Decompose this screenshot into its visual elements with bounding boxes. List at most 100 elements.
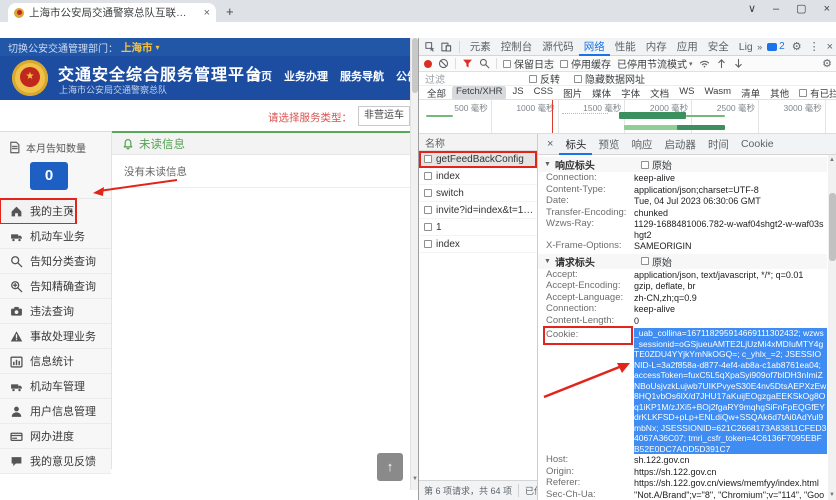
network-settings-icon[interactable]: ⚙ xyxy=(822,57,832,70)
devtools-tab[interactable]: 内存 xyxy=(641,38,672,56)
inspect-element-icon[interactable] xyxy=(425,41,435,53)
detail-close-icon[interactable]: × xyxy=(542,138,558,150)
scroll-up-arrow-icon[interactable]: ▲ xyxy=(829,157,835,163)
new-tab-button[interactable]: + xyxy=(226,4,234,19)
request-row[interactable]: index xyxy=(419,168,537,185)
devtools-tab[interactable]: 应用 xyxy=(672,38,703,56)
request-row[interactable]: 1 xyxy=(419,219,537,236)
devtools-tab[interactable]: 源代码 xyxy=(537,38,579,56)
device-toolbar-icon[interactable] xyxy=(441,41,451,53)
request-row[interactable]: switch xyxy=(419,185,537,202)
sidebar-item-label: 我的意见反馈 xyxy=(30,453,96,469)
request-headers-section[interactable]: ▼ 请求标头 原始 xyxy=(538,254,827,269)
devtools-tab[interactable]: 网络 xyxy=(579,38,610,56)
service-type-select[interactable]: 非营运车 xyxy=(358,106,410,126)
maximize-button[interactable]: ▢ xyxy=(796,2,806,15)
devtools-tab[interactable]: Lighthouse xyxy=(734,38,752,56)
tab-search-icon[interactable]: ∨ xyxy=(748,2,756,15)
request-checkbox[interactable] xyxy=(424,172,432,180)
page-vertical-scrollbar[interactable]: ▼ xyxy=(410,38,418,490)
sidebar-item[interactable]: 事故处理业务 xyxy=(0,324,111,349)
export-har-icon[interactable] xyxy=(733,58,744,69)
sidebar-item[interactable]: 告知分类查询 xyxy=(0,249,111,274)
more-tabs-icon[interactable]: » xyxy=(754,42,765,52)
request-checkbox[interactable] xyxy=(424,155,432,163)
filter-chip[interactable]: 文档 xyxy=(646,86,673,100)
invert-checkbox[interactable]: 反转 xyxy=(529,71,560,86)
sidebar-item[interactable]: 机动车管理 xyxy=(0,374,111,399)
request-checkbox[interactable] xyxy=(424,223,432,231)
detail-tab[interactable]: 响应 xyxy=(625,134,658,155)
detail-tab[interactable]: 启动器 xyxy=(658,134,702,155)
blocked-cookies-checkbox[interactable]: 有已拦截的 Cookie xyxy=(799,86,836,100)
region-selector[interactable]: 上海市 xyxy=(121,40,153,55)
filter-chip[interactable]: 字体 xyxy=(617,86,644,100)
devtools-menu-icon[interactable]: ⋮ xyxy=(809,40,820,53)
devtools-settings-icon[interactable]: ⚙ xyxy=(792,40,802,53)
raw-toggle[interactable]: 原始 xyxy=(641,157,672,172)
response-headers-section[interactable]: ▼ 响应标头 原始 xyxy=(538,157,827,172)
filter-chip[interactable]: WS xyxy=(675,86,698,100)
network-overview-timeline[interactable]: 500 毫秒1000 毫秒1500 毫秒2000 毫秒2500 毫秒3000 毫… xyxy=(419,100,836,134)
filter-chip[interactable]: 其他 xyxy=(766,86,793,100)
raw-toggle[interactable]: 原始 xyxy=(641,254,672,269)
issues-badge[interactable]: 2 xyxy=(767,41,785,52)
request-list-column-header[interactable]: 名称 xyxy=(419,134,537,151)
detail-vertical-scrollbar[interactable]: ▲ ▼ xyxy=(828,155,836,500)
browser-tab[interactable]: 上海市公安局交通警察总队互联… × xyxy=(8,3,216,22)
request-row[interactable]: index xyxy=(419,236,537,253)
sidebar-item[interactable]: 网办进度 xyxy=(0,424,111,449)
nav-item[interactable]: 公告公示 xyxy=(396,68,410,84)
tab-close-icon[interactable]: × xyxy=(204,7,210,19)
sidebar-item[interactable]: 我的意见反馈 xyxy=(0,449,111,474)
detail-tab[interactable]: 预览 xyxy=(592,134,625,155)
request-checkbox[interactable] xyxy=(424,206,432,214)
filter-chip[interactable]: 清单 xyxy=(737,86,764,100)
filter-chip[interactable]: Fetch/XHR xyxy=(452,86,506,100)
filter-chip[interactable]: 媒体 xyxy=(588,86,615,100)
back-to-top-button[interactable]: ↑ xyxy=(377,453,403,481)
devtools-tab[interactable]: 元素 xyxy=(465,38,496,56)
request-checkbox[interactable] xyxy=(424,189,432,197)
filter-chip[interactable]: 全部 xyxy=(423,86,450,100)
filter-input[interactable]: 过滤 xyxy=(425,71,515,86)
detail-scrollbar-thumb[interactable] xyxy=(829,193,836,261)
sidebar-item[interactable]: 信息统计 xyxy=(0,349,111,374)
scroll-down-arrow-icon[interactable]: ▼ xyxy=(829,492,835,498)
disable-cache-checkbox[interactable]: 停用缓存 xyxy=(560,56,611,71)
request-checkbox[interactable] xyxy=(424,240,432,248)
devtools-tab[interactable]: 控制台 xyxy=(496,38,538,56)
nav-item[interactable]: 业务办理 xyxy=(284,68,328,84)
sidebar-item[interactable]: 告知精确查询 xyxy=(0,274,111,299)
search-icon[interactable] xyxy=(479,58,490,69)
filter-chip[interactable]: CSS xyxy=(530,86,558,100)
filter-funnel-icon[interactable] xyxy=(462,58,473,69)
sidebar-item[interactable]: 违法查询 xyxy=(0,299,111,324)
filter-chip[interactable]: 图片 xyxy=(559,86,586,100)
nav-item[interactable]: 服务导航 xyxy=(340,68,384,84)
filter-chip[interactable]: Wasm xyxy=(701,86,736,100)
sidebar-item[interactable]: 我的主页 xyxy=(0,199,76,224)
request-row[interactable]: getFeedBackConfig xyxy=(419,151,537,168)
devtools-close-icon[interactable]: × xyxy=(827,41,833,53)
hide-data-urls-checkbox[interactable]: 隐藏数据网址 xyxy=(574,71,645,86)
nav-item[interactable]: 首页 xyxy=(250,68,272,84)
header-name: Content-Type: xyxy=(546,185,634,196)
import-har-icon[interactable] xyxy=(716,58,727,69)
devtools-tab[interactable]: 安全 xyxy=(703,38,734,56)
filter-chip[interactable]: JS xyxy=(508,86,527,100)
clear-icon[interactable] xyxy=(438,58,449,69)
network-conditions-icon[interactable] xyxy=(699,58,710,69)
close-button[interactable]: × xyxy=(824,3,830,15)
request-row[interactable]: invite?id=index&t=168845220… xyxy=(419,202,537,219)
throttling-select[interactable]: 已停用节流模式▾ xyxy=(617,56,693,71)
detail-tab[interactable]: 标头 xyxy=(559,134,592,155)
detail-tab[interactable]: Cookie xyxy=(735,134,780,155)
detail-tab[interactable]: 时间 xyxy=(702,134,735,155)
record-icon[interactable] xyxy=(424,60,432,68)
sidebar-item[interactable]: 机动车业务 xyxy=(0,224,111,249)
minimize-button[interactable]: – xyxy=(773,3,779,15)
preserve-log-checkbox[interactable]: 保留日志 xyxy=(503,56,554,71)
sidebar-item[interactable]: 用户信息管理 xyxy=(0,399,111,424)
devtools-tab[interactable]: 性能 xyxy=(610,38,641,56)
